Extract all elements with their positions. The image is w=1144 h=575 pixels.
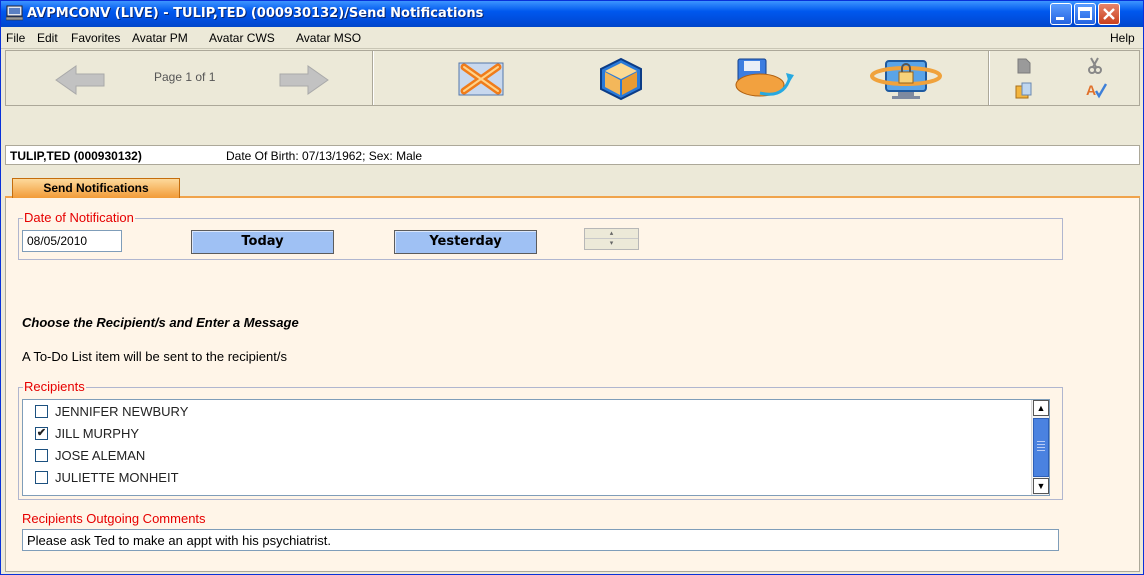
spinner-down-icon[interactable]: ▾ bbox=[585, 239, 638, 249]
svg-text:A: A bbox=[1086, 82, 1096, 98]
menu-avatar-cws[interactable]: Avatar CWS bbox=[209, 31, 275, 45]
toolbar: Page 1 of 1 A bbox=[5, 50, 1140, 106]
tab-strip: Send Notifications bbox=[5, 174, 1140, 198]
patient-details: Date Of Birth: 07/13/1962; Sex: Male bbox=[226, 149, 423, 163]
application-window: AVPMCONV (LIVE) - TULIP,TED (000930132)/… bbox=[0, 0, 1144, 575]
maximize-button[interactable] bbox=[1074, 3, 1096, 25]
lock-monitor-icon[interactable] bbox=[868, 55, 944, 103]
cut-icon[interactable] bbox=[1086, 57, 1104, 75]
yesterday-button[interactable]: Yesterday bbox=[394, 230, 537, 254]
close-icon bbox=[1103, 8, 1115, 20]
recipients-group: Recipients JENNIFER NEWBURY ✔ JILL MURPH… bbox=[18, 379, 1063, 500]
paste-icon[interactable] bbox=[1014, 81, 1034, 99]
window-title: AVPMCONV (LIVE) - TULIP,TED (000930132)/… bbox=[27, 6, 484, 21]
menu-avatar-mso[interactable]: Avatar MSO bbox=[296, 31, 361, 45]
menu-edit[interactable]: Edit bbox=[37, 31, 58, 45]
menu-favorites[interactable]: Favorites bbox=[71, 31, 120, 45]
date-of-notification-legend: Date of Notification bbox=[23, 210, 135, 225]
section-subtext: A To-Do List item will be sent to the re… bbox=[22, 349, 287, 364]
package-icon[interactable] bbox=[598, 57, 644, 101]
forward-arrow-icon[interactable] bbox=[278, 65, 330, 95]
date-of-notification-field[interactable] bbox=[22, 230, 122, 252]
comments-field[interactable]: Please ask Ted to make an appt with his … bbox=[22, 529, 1059, 551]
recipient-checkbox[interactable]: ✔ bbox=[35, 427, 48, 440]
close-window-button[interactable] bbox=[1098, 3, 1120, 25]
recipient-name: JENNIFER NEWBURY bbox=[55, 404, 189, 419]
menu-bar: File Edit Favorites Avatar PM Avatar CWS… bbox=[1, 27, 1143, 49]
tab-send-notifications[interactable]: Send Notifications bbox=[12, 178, 180, 198]
copy-icon[interactable] bbox=[1015, 57, 1033, 75]
comments-label: Recipients Outgoing Comments bbox=[22, 511, 206, 526]
recipient-checkbox[interactable] bbox=[35, 449, 48, 462]
page-indicator: Page 1 of 1 bbox=[154, 70, 216, 84]
menu-avatar-pm[interactable]: Avatar PM bbox=[132, 31, 188, 45]
menu-help[interactable]: Help bbox=[1110, 31, 1135, 45]
recipient-name: JILL MURPHY bbox=[55, 426, 140, 441]
recipients-legend: Recipients bbox=[23, 379, 86, 394]
recipients-scrollbar[interactable]: ▲ ▼ bbox=[1031, 400, 1049, 495]
back-arrow-icon[interactable] bbox=[54, 65, 106, 95]
monitor-app-icon bbox=[6, 5, 23, 21]
patient-name: TULIP,TED (000930132) bbox=[10, 149, 142, 163]
recipient-name: JULIETTE MONHEIT bbox=[55, 470, 179, 485]
menu-file[interactable]: File bbox=[6, 31, 25, 45]
spellcheck-icon[interactable]: A bbox=[1086, 81, 1108, 99]
patient-banner: TULIP,TED (000930132) Date Of Birth: 07/… bbox=[5, 145, 1140, 165]
close-form-icon[interactable] bbox=[456, 59, 506, 99]
date-spinner[interactable]: ▴ ▾ bbox=[584, 228, 639, 250]
title-bar[interactable]: AVPMCONV (LIVE) - TULIP,TED (000930132)/… bbox=[1, 1, 1143, 27]
scroll-down-icon[interactable]: ▼ bbox=[1033, 478, 1049, 494]
section-heading: Choose the Recipient/s and Enter a Messa… bbox=[22, 315, 299, 330]
recipient-checkbox[interactable] bbox=[35, 405, 48, 418]
date-of-notification-group: Date of Notification Today Yesterday ▴ ▾ bbox=[18, 210, 1063, 260]
today-button[interactable]: Today bbox=[191, 230, 334, 254]
minimize-button[interactable] bbox=[1050, 3, 1072, 25]
spinner-up-icon[interactable]: ▴ bbox=[585, 229, 638, 239]
scroll-up-icon[interactable]: ▲ bbox=[1033, 400, 1049, 416]
toolbar-separator bbox=[372, 51, 374, 105]
grip-icon bbox=[1037, 441, 1045, 453]
toolbar-separator bbox=[988, 51, 990, 105]
submit-disk-icon[interactable] bbox=[732, 55, 796, 103]
recipient-checkbox[interactable] bbox=[35, 471, 48, 484]
form-content: Date of Notification Today Yesterday ▴ ▾… bbox=[5, 198, 1140, 572]
maximize-icon bbox=[1078, 7, 1092, 20]
recipient-name: JOSE ALEMAN bbox=[55, 448, 146, 463]
recipients-list[interactable]: JENNIFER NEWBURY ✔ JILL MURPHY JOSE ALEM… bbox=[22, 399, 1050, 496]
minimize-icon bbox=[1056, 17, 1064, 20]
scroll-thumb[interactable] bbox=[1033, 418, 1049, 477]
